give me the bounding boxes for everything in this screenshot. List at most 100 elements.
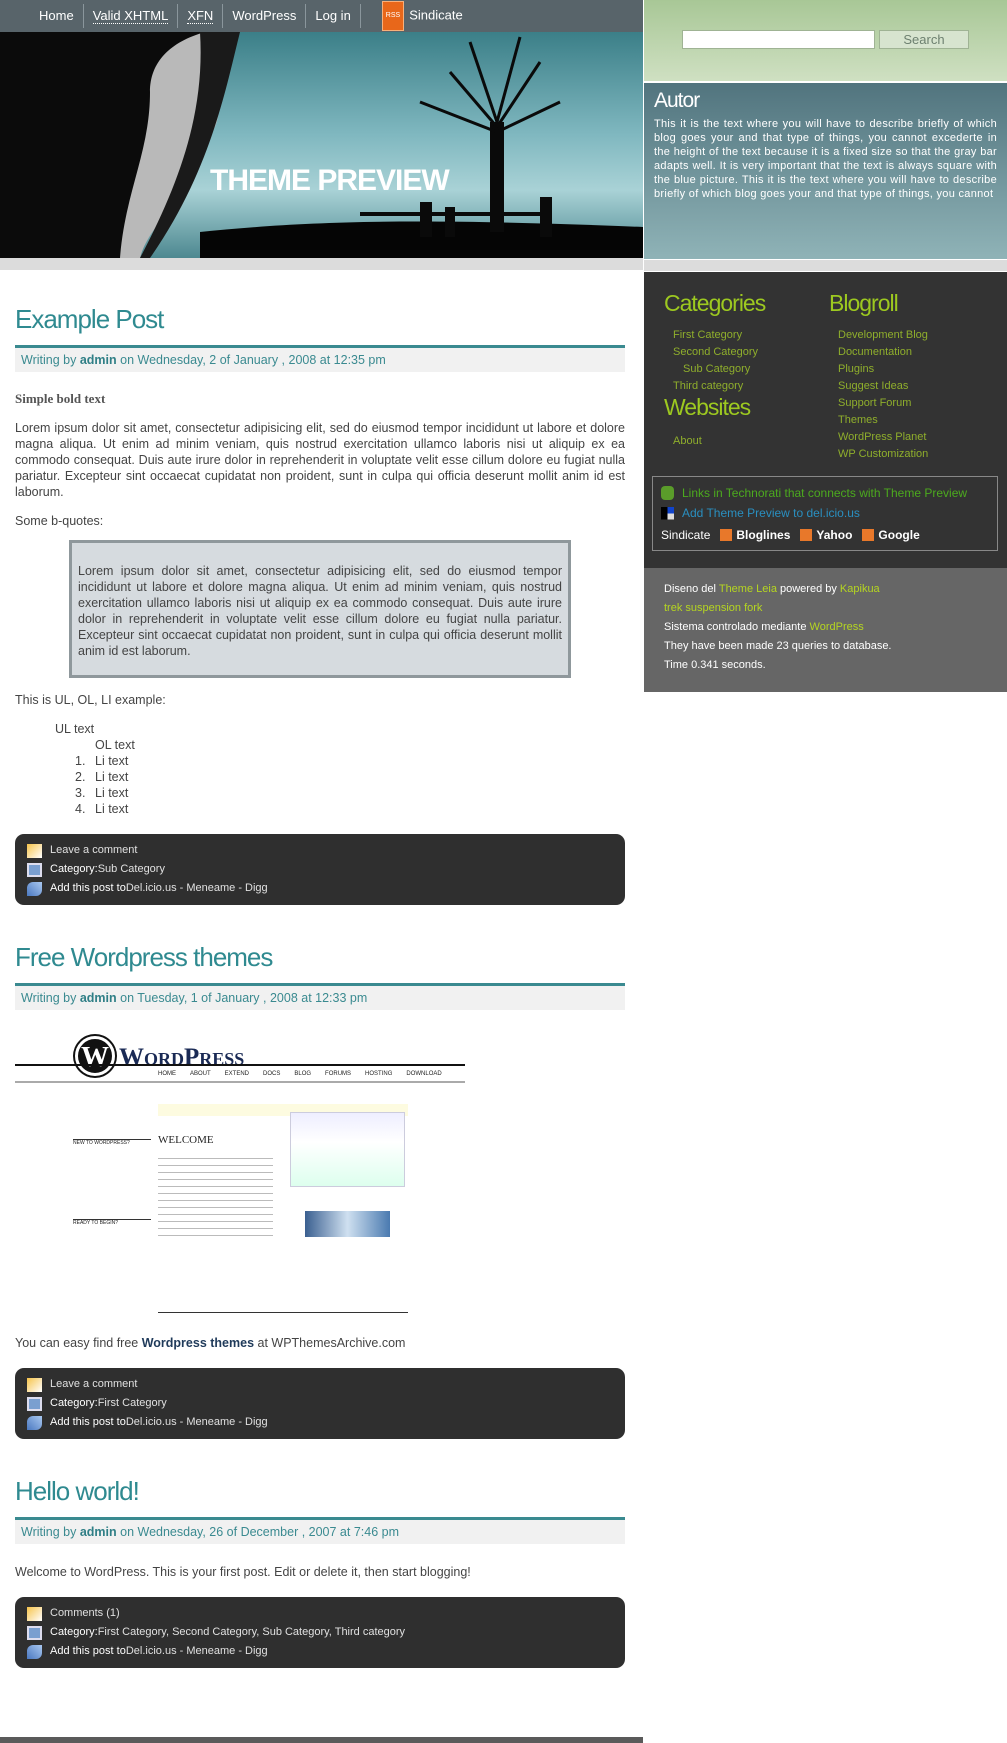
nav-label: XFN bbox=[187, 8, 214, 24]
trek-link[interactable]: trek suspension fork bbox=[664, 602, 762, 614]
li-item: Li text bbox=[95, 770, 129, 784]
sidebar-links: Categories First Category Second Categor… bbox=[644, 272, 1007, 568]
share-links[interactable]: Del.icio.us - Meneame - Digg bbox=[126, 1413, 268, 1432]
search-button[interactable]: Search bbox=[879, 30, 969, 49]
author-link[interactable]: admin bbox=[80, 1525, 117, 1539]
category-link[interactable]: First Category, Second Category, Sub Cat… bbox=[98, 1623, 405, 1642]
share-label: Add this post to bbox=[50, 1416, 126, 1428]
nav-valid-xhtml[interactable]: Valid XHTML bbox=[84, 4, 179, 28]
comments-link[interactable]: Comments (1) bbox=[50, 1604, 120, 1623]
category-label: Category: bbox=[50, 1626, 98, 1638]
post-title[interactable]: Hello world! bbox=[15, 1476, 625, 1510]
wordpress-logo-icon: W bbox=[75, 1036, 115, 1076]
share-icon bbox=[27, 881, 42, 896]
category-link[interactable]: Second Category bbox=[673, 344, 758, 361]
header-banner: THEME PREVIEW bbox=[0, 32, 643, 258]
blogroll-link[interactable]: WordPress Planet bbox=[838, 429, 928, 446]
nav-xfn[interactable]: XFN bbox=[178, 4, 224, 28]
category-link[interactable]: First Category bbox=[673, 327, 758, 344]
footer-text: Sistema controlado mediante bbox=[664, 621, 810, 633]
category-link[interactable]: Sub Category bbox=[673, 361, 758, 378]
websites-heading: Websites bbox=[664, 394, 751, 420]
technorati-link[interactable]: Links in Technorati that connects with T… bbox=[682, 483, 967, 503]
footer-text: powered by bbox=[776, 583, 840, 595]
share-label: Add this post to bbox=[50, 882, 126, 894]
syndicate-label: Sindicate bbox=[661, 528, 711, 542]
post-footer: Comments (1) Category: First Category, S… bbox=[15, 1597, 625, 1668]
author-link[interactable]: admin bbox=[80, 991, 117, 1005]
image-nav-item: FORUMS bbox=[325, 1071, 352, 1077]
meta-prefix: Writing by bbox=[21, 353, 80, 367]
wordpress-link[interactable]: WordPress bbox=[810, 621, 864, 633]
li-item: Li text bbox=[95, 802, 129, 816]
google-link[interactable]: Google bbox=[878, 525, 919, 545]
website-link[interactable]: About bbox=[673, 433, 702, 450]
quote-text: Lorem ipsum dolor sit amet, consectetur … bbox=[78, 564, 562, 658]
author-link[interactable]: admin bbox=[80, 353, 117, 367]
blogroll-link[interactable]: Development Blog bbox=[838, 327, 928, 344]
post-footer: Leave a comment Category: First Category… bbox=[15, 1368, 625, 1439]
categories-list: First Category Second Category Sub Categ… bbox=[673, 327, 758, 395]
category-link[interactable]: Sub Category bbox=[98, 860, 165, 879]
author-title: Autor bbox=[654, 89, 700, 112]
image-nav-item: DOCS bbox=[263, 1071, 281, 1077]
category-link[interactable]: Third category bbox=[673, 378, 758, 395]
kapikua-link[interactable]: Kapikua bbox=[840, 583, 880, 595]
banner-title: THEME PREVIEW bbox=[210, 164, 450, 197]
image-nav: HOME ABOUT EXTEND DOCS BLOG FORUMS HOSTING DOWN… bbox=[158, 1071, 442, 1077]
nav-home[interactable]: Home bbox=[30, 4, 84, 28]
yahoo-link[interactable]: Yahoo bbox=[816, 525, 852, 545]
delicious-link[interactable]: Add Theme Preview to del.icio.us bbox=[682, 503, 860, 523]
comment-link[interactable]: Leave a comment bbox=[50, 841, 137, 860]
comment-icon bbox=[27, 843, 42, 858]
themes-link[interactable]: Wordpress themes bbox=[142, 1336, 254, 1350]
nav-wordpress[interactable]: WordPress bbox=[223, 4, 307, 28]
li-num: 1. bbox=[75, 754, 86, 768]
post-title[interactable]: Free Wordpress themes bbox=[15, 942, 625, 976]
image-nav-item: HOME bbox=[158, 1071, 176, 1077]
blogroll-link[interactable]: Support Forum bbox=[838, 395, 928, 412]
blogroll-link[interactable]: Plugins bbox=[838, 361, 928, 378]
share-links[interactable]: Del.icio.us - Meneame - Digg bbox=[126, 1642, 268, 1661]
nav-syndicate[interactable]: RSS Sindicate bbox=[373, 1, 472, 31]
blogroll-link[interactable]: Themes bbox=[838, 412, 928, 429]
delicious-icon bbox=[661, 506, 674, 520]
share-icon bbox=[27, 1644, 42, 1659]
nav-login[interactable]: Log in bbox=[306, 4, 361, 28]
footer-text: Diseno del bbox=[664, 583, 719, 595]
ul-text: UL text bbox=[55, 722, 95, 736]
blogroll-link[interactable]: Documentation bbox=[838, 344, 928, 361]
top-nav: Home Valid XHTML XFN WordPress Log in RS… bbox=[0, 0, 643, 32]
bquote-intro: Some b-quotes: bbox=[15, 514, 104, 528]
image-nav-item: ABOUT bbox=[190, 1071, 211, 1077]
category-link[interactable]: First Category bbox=[98, 1394, 167, 1413]
image-nav-item: DOWNLOAD bbox=[406, 1071, 442, 1077]
li-num: 2. bbox=[75, 770, 86, 784]
blogroll-heading: Blogroll bbox=[829, 290, 899, 316]
technorati-icon bbox=[661, 486, 674, 500]
rss-icon: RSS bbox=[381, 1, 405, 31]
comment-link[interactable]: Leave a comment bbox=[50, 1375, 137, 1394]
li-num: 3. bbox=[75, 786, 86, 800]
post-meta: Writing by admin on Wednesday, 2 of Janu… bbox=[15, 345, 625, 372]
blogroll-link[interactable]: WP Customization bbox=[838, 446, 928, 463]
websites-list: About bbox=[673, 433, 702, 450]
category-label: Category: bbox=[50, 1397, 98, 1409]
share-links[interactable]: Del.icio.us - Meneame - Digg bbox=[126, 879, 268, 898]
category-icon bbox=[27, 862, 42, 877]
category-label: Category: bbox=[50, 863, 98, 875]
theme-link[interactable]: Theme Leia bbox=[719, 583, 777, 595]
bottom-bar bbox=[0, 1737, 643, 1743]
post-free-themes: Free Wordpress themes Writing by admin o… bbox=[15, 942, 625, 1439]
bloglines-link[interactable]: Bloglines bbox=[736, 525, 790, 545]
image-sidebar-heading: NEW TO WORDPRESS? bbox=[73, 1139, 151, 1146]
divider bbox=[0, 258, 643, 270]
post-example: Example Post Writing by admin on Wednesd… bbox=[15, 304, 625, 905]
time-text: Time 0.341 seconds. bbox=[664, 659, 766, 671]
meta-prefix: Writing by bbox=[21, 1525, 80, 1539]
post-title[interactable]: Example Post bbox=[15, 304, 625, 338]
search-input[interactable] bbox=[682, 30, 875, 49]
text: at WPThemesArchive.com bbox=[254, 1336, 406, 1350]
blogroll-link[interactable]: Suggest Ideas bbox=[838, 378, 928, 395]
blockquote: Lorem ipsum dolor sit amet, consectetur … bbox=[69, 540, 571, 678]
